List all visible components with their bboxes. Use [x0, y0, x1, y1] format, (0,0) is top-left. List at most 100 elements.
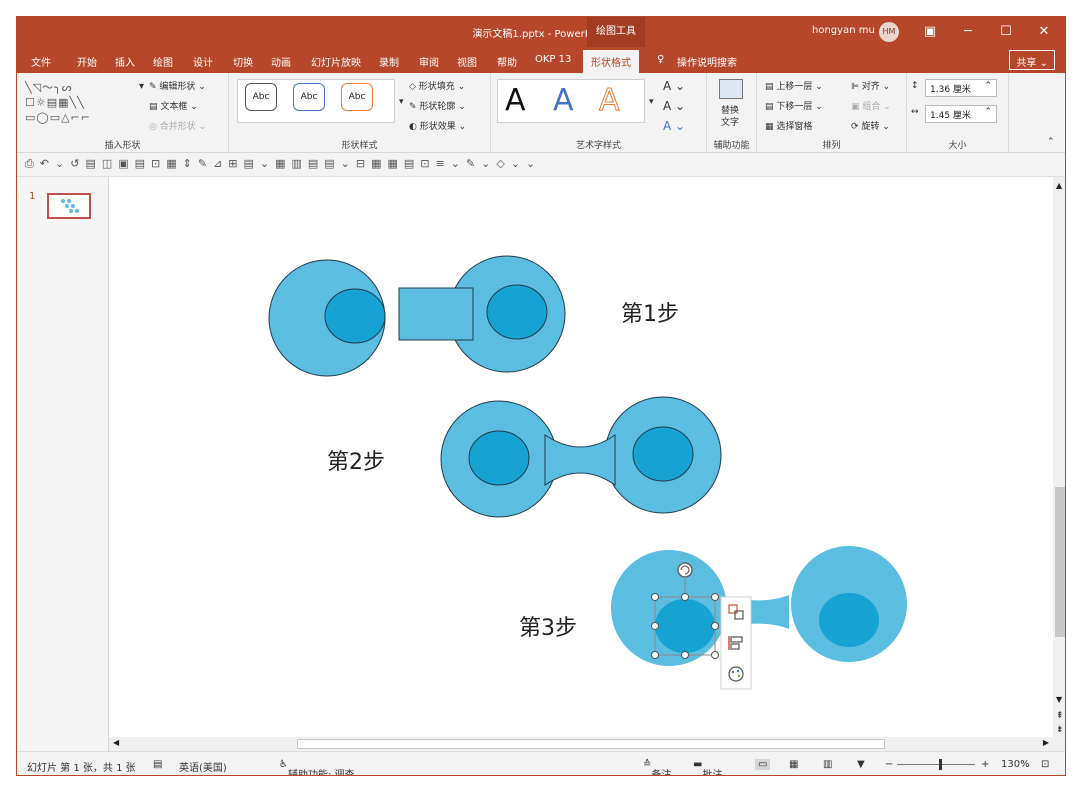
shape-style-1[interactable]: Abc: [245, 83, 277, 111]
reading-view-icon[interactable]: ▥: [823, 759, 832, 770]
vertical-scrollbar[interactable]: ▲ ▼ ⇞ ⇟: [1053, 177, 1065, 751]
selection-pane-button[interactable]: ▦ 选择窗格: [765, 119, 812, 132]
resize-handle-se[interactable]: [711, 651, 719, 659]
slide-count-status[interactable]: 幻灯片 第 1 张，共 1 张: [27, 759, 136, 774]
language-status[interactable]: 英语(美国): [179, 759, 227, 774]
rotate-handle-icon[interactable]: [677, 562, 693, 578]
shape-style-3[interactable]: Abc: [341, 83, 373, 111]
slide-sorter-icon[interactable]: ▦: [789, 759, 798, 770]
tab-slideshow[interactable]: 幻灯片放映: [311, 54, 361, 69]
user-name[interactable]: hongyan mu: [812, 25, 875, 36]
scroll-right-icon[interactable]: ▶: [1043, 738, 1049, 747]
step1-label[interactable]: 第1步: [621, 302, 679, 327]
spellcheck-icon[interactable]: ▤: [153, 759, 162, 770]
tell-me-search[interactable]: 操作说明搜索: [677, 54, 737, 69]
tab-animations[interactable]: 动画: [271, 54, 291, 69]
step2-label[interactable]: 第2步: [327, 450, 385, 475]
tab-okp[interactable]: OKP 13: [535, 54, 571, 65]
previous-slide-icon[interactable]: ⇞: [1056, 711, 1064, 721]
bring-forward-button[interactable]: ▤ 上移一层 ⌄: [765, 79, 823, 92]
alt-text-line2[interactable]: 文字: [721, 115, 739, 128]
step3-left-inner-circle[interactable]: [655, 599, 715, 653]
horizontal-scroll-thumb[interactable]: [297, 739, 885, 749]
tab-view[interactable]: 视图: [457, 54, 477, 69]
step1-connector-rectangle[interactable]: [398, 287, 474, 341]
wordart-style-2[interactable]: A: [553, 83, 574, 118]
maximize-icon[interactable]: ☐: [995, 21, 1017, 43]
wordart-style-1[interactable]: A: [505, 83, 526, 118]
accessibility-status[interactable]: ♿ 辅助功能: 调查: [279, 759, 355, 775]
scroll-down-icon[interactable]: ▼: [1056, 695, 1062, 704]
step2-shape[interactable]: [440, 396, 722, 518]
resize-handle-ne[interactable]: [711, 593, 719, 601]
step1-shape[interactable]: [268, 255, 566, 377]
tab-review[interactable]: 审阅: [419, 54, 439, 69]
slide-canvas[interactable]: 第1步 第2步 第3步: [109, 177, 1053, 737]
quick-access-toolbar[interactable]: ⎙↶⌄↺▤◫▣▤⊡▦⇕✎⊿⊞▤⌄▦▥▤▤⌄⊟▦▦▤⊡≡⌄✎⌄◇⌄⌄: [17, 153, 1065, 177]
text-effects-icon[interactable]: A ⌄: [663, 119, 685, 133]
step2-left-inner-circle[interactable]: [468, 430, 530, 486]
tab-help[interactable]: 帮助: [497, 54, 517, 69]
shapes-gallery[interactable]: ╲◹〜╮ᔕ ☐☼▤▦╲╲ ▭◯▭△⌐⌐: [25, 80, 135, 128]
gallery-more-icon[interactable]: ▾: [139, 81, 144, 92]
shape-width-input[interactable]: 1.45 厘米 ⌃: [925, 105, 997, 123]
zoom-slider-track[interactable]: [897, 764, 975, 765]
merge-shapes-button[interactable]: ◎ 合并形状 ⌄: [149, 119, 206, 132]
step2-right-inner-circle[interactable]: [632, 426, 694, 482]
slide-thumbnail[interactable]: [47, 193, 91, 219]
horizontal-scrollbar[interactable]: ◀ ▶: [109, 737, 1053, 751]
zoom-out-icon[interactable]: −: [885, 759, 893, 770]
text-outline-icon[interactable]: A ⌄: [663, 99, 685, 113]
step1-left-inner-circle[interactable]: [324, 288, 386, 344]
scroll-up-icon[interactable]: ▲: [1056, 181, 1062, 190]
normal-view-icon[interactable]: ▭: [755, 759, 771, 770]
comments-button[interactable]: ▬ 批注: [693, 759, 722, 775]
step3-label[interactable]: 第3步: [519, 616, 577, 641]
slideshow-icon[interactable]: ▼: [857, 759, 865, 770]
group-button[interactable]: ▣ 组合 ⌄: [851, 99, 891, 112]
shape-fill-button[interactable]: ◇ 形状填充 ⌄: [409, 79, 465, 92]
close-icon[interactable]: ✕: [1033, 21, 1055, 43]
resize-handle-e[interactable]: [711, 622, 719, 630]
avatar[interactable]: HM: [879, 22, 899, 42]
text-fill-icon[interactable]: A ⌄: [663, 79, 685, 93]
tab-insert[interactable]: 插入: [115, 54, 135, 69]
height-spinner-icon[interactable]: ⌃: [984, 81, 992, 91]
resize-handle-s[interactable]: [681, 651, 689, 659]
step2-connector-concave[interactable]: [544, 434, 616, 486]
zoom-in-icon[interactable]: +: [981, 759, 989, 770]
align-button[interactable]: ⊫ 对齐 ⌄: [851, 79, 890, 92]
ribbon-display-options-icon[interactable]: ▣: [919, 21, 941, 43]
resize-handle-n[interactable]: [681, 593, 689, 601]
shape-effects-button[interactable]: ◐ 形状效果 ⌄: [409, 119, 466, 132]
shape-height-input[interactable]: 1.36 厘米 ⌃: [925, 79, 997, 97]
tab-record[interactable]: 录制: [379, 54, 399, 69]
resize-handle-sw[interactable]: [651, 651, 659, 659]
tab-shape-format[interactable]: 形状格式: [583, 50, 639, 73]
tab-design[interactable]: 设计: [193, 54, 213, 69]
resize-handle-nw[interactable]: [651, 593, 659, 601]
collapse-ribbon-icon[interactable]: ⌃: [1047, 137, 1055, 147]
tab-draw[interactable]: 绘图: [153, 54, 173, 69]
shape-style-2[interactable]: Abc: [293, 83, 325, 111]
notes-button[interactable]: ≙ 备注: [643, 759, 671, 775]
minimize-icon[interactable]: ─: [957, 21, 979, 43]
fit-slide-icon[interactable]: ⊡: [1041, 759, 1049, 770]
vertical-scroll-thumb[interactable]: [1055, 487, 1065, 637]
step3-right-inner-circle[interactable]: [819, 593, 879, 647]
share-button[interactable]: 共享 ⌄: [1009, 50, 1055, 70]
width-spinner-icon[interactable]: ⌃: [984, 107, 992, 117]
next-slide-icon[interactable]: ⇟: [1056, 725, 1064, 735]
wordart-style-3[interactable]: A: [599, 83, 621, 119]
tab-home[interactable]: 开始: [77, 54, 97, 69]
edit-shape-button[interactable]: ✎ 编辑形状 ⌄: [149, 79, 206, 92]
shape-styles-more-icon[interactable]: ▾: [399, 97, 404, 107]
step1-right-inner-circle[interactable]: [486, 284, 548, 340]
wordart-more-icon[interactable]: ▾: [649, 97, 654, 107]
send-backward-button[interactable]: ▤ 下移一层 ⌄: [765, 99, 823, 112]
alt-text-icon[interactable]: [719, 79, 743, 99]
tab-file[interactable]: 文件: [31, 54, 51, 69]
rotate-button[interactable]: ⟳ 旋转 ⌄: [851, 119, 890, 132]
scroll-left-icon[interactable]: ◀: [113, 738, 119, 747]
shape-outline-button[interactable]: ✎ 形状轮廓 ⌄: [409, 99, 466, 112]
